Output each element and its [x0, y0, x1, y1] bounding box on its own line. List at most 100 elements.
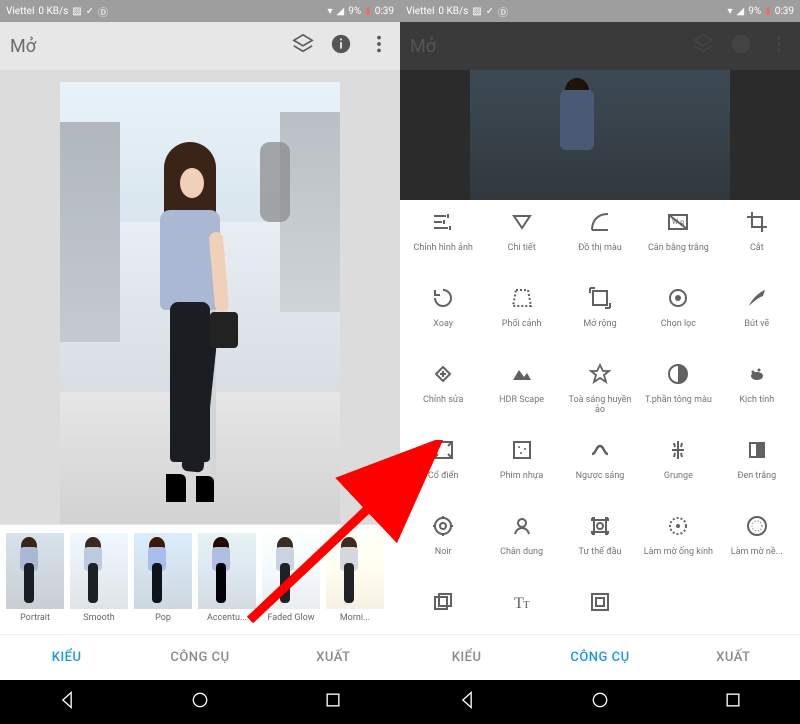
- tool-grunge[interactable]: Grunge: [639, 438, 717, 504]
- portrait-icon: [510, 514, 534, 542]
- tool-wb[interactable]: WBCân bằng trắng: [639, 210, 717, 276]
- svg-text:B: B: [680, 220, 684, 228]
- healing-icon: [431, 362, 455, 390]
- tool-glamour[interactable]: Toà sáng huyền ảo: [561, 362, 639, 428]
- vignette-icon: [745, 514, 769, 542]
- tool-label: Phim nhựa: [500, 471, 543, 481]
- tool-label: Chọn lọc: [661, 319, 696, 329]
- tool-label: Cắt: [750, 243, 764, 253]
- layers-icon[interactable]: [292, 33, 314, 59]
- tool-label: HDR Scape: [499, 395, 544, 405]
- android-nav-bar: [0, 680, 400, 724]
- tool-crop[interactable]: Cắt: [718, 210, 796, 276]
- target-icon: [666, 286, 690, 314]
- nav-recent-icon[interactable]: [723, 690, 743, 714]
- tool-triangle-down[interactable]: Chi tiết: [482, 210, 560, 276]
- data-rate: 0 KB/s: [38, 6, 68, 17]
- nav-home-icon[interactable]: [590, 690, 610, 714]
- nav-home-icon[interactable]: [190, 690, 210, 714]
- filter-pop[interactable]: Pop: [134, 533, 192, 630]
- filter-strip[interactable]: Portrait Smooth Pop Accentu... Faded Glo…: [0, 524, 400, 634]
- app-title[interactable]: Mở: [10, 36, 36, 57]
- triangle-down-icon: [510, 210, 534, 238]
- tool-label: Cổ điển: [428, 471, 459, 481]
- tab-styles[interactable]: KIỂU: [0, 635, 133, 680]
- tool-healing[interactable]: Chỉnh sửa: [404, 362, 482, 428]
- tool-label: Chỉnh hình ảnh: [414, 243, 473, 253]
- tool-label: Tư thế đầu: [579, 547, 622, 557]
- photo-preview-area[interactable]: [0, 70, 400, 524]
- tool-tonal[interactable]: T.phần tông màu: [639, 362, 717, 428]
- image-icon: ▨: [72, 6, 81, 17]
- battery-icon: ▮: [365, 6, 371, 17]
- curves-icon: [588, 210, 612, 238]
- wb-icon: WB: [666, 210, 690, 238]
- tool-headpose[interactable]: Tư thế đầu: [561, 514, 639, 580]
- filter-morning[interactable]: Morni...: [326, 533, 384, 630]
- tool-portrait[interactable]: Chân dung: [482, 514, 560, 580]
- filter-accentuate[interactable]: Accentu...: [198, 533, 256, 630]
- tab-export[interactable]: XUẤT: [667, 635, 800, 680]
- brush-icon: [745, 286, 769, 314]
- nav-recent-icon[interactable]: [323, 690, 343, 714]
- tool-rotate[interactable]: Xoay: [404, 286, 482, 352]
- tab-styles[interactable]: KIỂU: [400, 635, 533, 680]
- tool-noir[interactable]: Noir: [404, 514, 482, 580]
- headpose-icon: [588, 514, 612, 542]
- android-nav-bar: [400, 680, 800, 724]
- carrier-label: Viettel: [406, 6, 434, 17]
- app-title: Mở: [410, 36, 436, 57]
- tools-sheet: Chỉnh hình ảnh Chi tiết Đồ thị màu WBCân bằ…: [400, 200, 800, 634]
- bottom-tabs: KIỂU CÔNG CỤ XUẤT: [0, 634, 400, 680]
- status-bar: Viettel 0 KB/s ▨✓Ⓓ ▾◢ 9% ▮ 0:39: [400, 0, 800, 22]
- dimmed-preview[interactable]: [400, 70, 800, 200]
- filter-smooth[interactable]: Smooth: [70, 533, 128, 630]
- tool-label: Ngược sáng: [576, 471, 625, 481]
- tool-label: Chi tiết: [508, 243, 536, 253]
- glamour-icon: [588, 362, 612, 390]
- tool-target[interactable]: Chọn lọc: [639, 286, 717, 352]
- tool-doubleexp[interactable]: [404, 590, 482, 634]
- tool-label: Kịch tính: [739, 395, 774, 405]
- tool-label: Noir: [435, 547, 452, 557]
- tool-vintage[interactable]: Cổ điển: [404, 438, 482, 504]
- signal-icon: ◢: [337, 6, 345, 17]
- grunge-icon: [666, 438, 690, 466]
- data-rate: 0 KB/s: [438, 6, 468, 17]
- tab-tools[interactable]: CÔNG CỤ: [533, 635, 666, 680]
- tool-lensblur[interactable]: Làm mờ ống kính: [639, 514, 717, 580]
- text-icon: TT: [510, 590, 534, 618]
- more-icon[interactable]: [368, 33, 390, 59]
- tool-expand[interactable]: Mở rộng: [561, 286, 639, 352]
- tool-brush[interactable]: Bút vẽ: [718, 286, 796, 352]
- tool-label: Đồ thị màu: [578, 243, 621, 253]
- tool-hdr[interactable]: HDR Scape: [482, 362, 560, 428]
- tune-icon: [431, 210, 455, 238]
- tab-export[interactable]: XUẤT: [267, 635, 400, 680]
- lensblur-icon: [666, 514, 690, 542]
- info-icon[interactable]: [330, 33, 352, 59]
- wifi-icon: ▾: [328, 6, 333, 17]
- tab-tools[interactable]: CÔNG CỤ: [133, 635, 266, 680]
- doubleexp-icon: [431, 590, 455, 618]
- filter-faded-glow[interactable]: Faded Glow: [262, 533, 320, 630]
- tool-retrolux[interactable]: Ngược sáng: [561, 438, 639, 504]
- filter-portrait[interactable]: Portrait: [6, 533, 64, 630]
- tool-tune[interactable]: Chỉnh hình ảnh: [404, 210, 482, 276]
- preview-photo: [60, 82, 340, 524]
- tool-drama[interactable]: Kịch tính: [718, 362, 796, 428]
- tool-perspective[interactable]: Phối cảnh: [482, 286, 560, 352]
- crop-icon: [745, 210, 769, 238]
- tool-label: T.phần tông màu: [645, 395, 712, 405]
- rotate-icon: [431, 286, 455, 314]
- tool-curves[interactable]: Đồ thị màu: [561, 210, 639, 276]
- tool-vignette[interactable]: Làm mờ nề...: [718, 514, 796, 580]
- nav-back-icon[interactable]: [57, 690, 77, 714]
- tool-label: Phối cảnh: [502, 319, 542, 329]
- tool-bw[interactable]: Đen trắng: [718, 438, 796, 504]
- tool-frames[interactable]: [561, 590, 639, 634]
- tool-grainy[interactable]: Phim nhựa: [482, 438, 560, 504]
- tool-text[interactable]: TT: [482, 590, 560, 634]
- nav-back-icon[interactable]: [457, 690, 477, 714]
- bottom-tabs: KIỂU CÔNG CỤ XUẤT: [400, 634, 800, 680]
